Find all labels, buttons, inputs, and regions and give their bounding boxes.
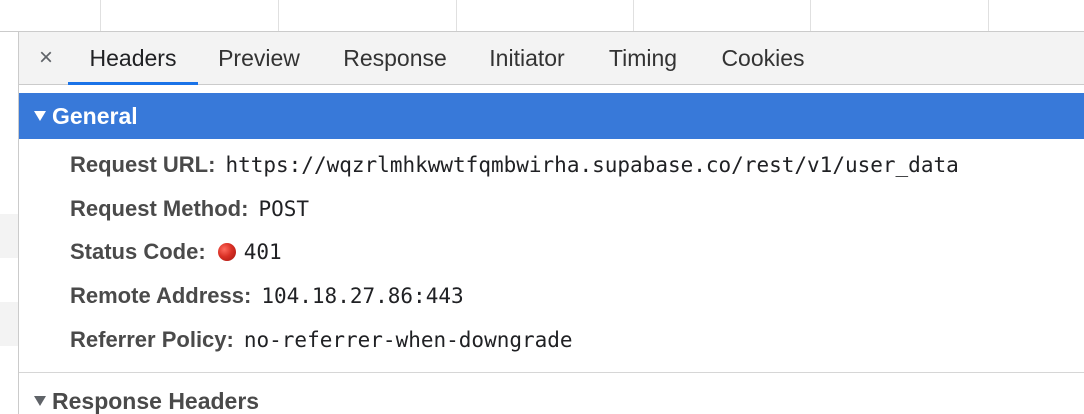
section-title: General <box>52 102 138 129</box>
section-title: Response Headers <box>52 387 260 414</box>
request-list-stripe <box>0 302 18 346</box>
header-value[interactable]: POST <box>258 197 309 221</box>
header-value[interactable]: https://wqzrlmhkwwtfqmbwirha.supabase.co… <box>225 153 958 177</box>
tab-response[interactable]: Response <box>331 32 459 84</box>
table-column-divider <box>633 0 634 31</box>
close-icon[interactable]: × <box>35 44 57 72</box>
tab-preview[interactable]: Preview <box>207 32 311 84</box>
header-row-request-url: Request URL: https://wqzrlmhkwwtfqmbwirha… <box>70 143 959 187</box>
active-tab-indicator <box>68 82 198 85</box>
header-value[interactable]: 104.18.27.86:443 <box>261 284 463 308</box>
table-column-divider <box>810 0 811 31</box>
header-key: Status Code: <box>70 239 206 264</box>
tab-headers[interactable]: Headers <box>68 32 198 84</box>
header-row-referrer-policy: Referrer Policy: no-referrer-when-downgra… <box>70 318 573 362</box>
table-column-divider <box>988 0 989 31</box>
tab-cookies[interactable]: Cookies <box>709 32 817 84</box>
header-row-request-method: Request Method: POST <box>70 187 309 231</box>
table-column-divider <box>278 0 279 31</box>
tab-timing[interactable]: Timing <box>599 32 687 84</box>
status-error-icon <box>217 243 236 261</box>
headers-panel: × Headers Preview Response Initiator Tim… <box>19 32 1084 414</box>
triangle-down-icon <box>34 111 46 121</box>
request-list-stripe <box>0 214 18 258</box>
header-row-remote-address: Remote Address: 104.18.27.86:443 <box>70 274 464 318</box>
request-list-gutter[interactable] <box>0 32 19 414</box>
tab-initiator[interactable]: Initiator <box>477 32 577 84</box>
detail-tab-bar: × Headers Preview Response Initiator Tim… <box>19 32 1084 85</box>
section-divider <box>19 372 1084 373</box>
table-column-divider <box>456 0 457 31</box>
devtools-network-detail: × Headers Preview Response Initiator Tim… <box>0 0 1084 414</box>
header-key: Request Method: <box>70 196 249 221</box>
header-key: Request URL: <box>70 152 216 177</box>
general-section-header[interactable]: General <box>19 93 1084 139</box>
header-value[interactable]: no-referrer-when-downgrade <box>244 328 573 352</box>
request-table-strip <box>0 0 1084 32</box>
triangle-down-icon <box>34 396 46 406</box>
header-row-status-code: Status Code: 401 <box>70 230 282 274</box>
header-key: Remote Address: <box>70 283 252 308</box>
header-value[interactable]: 401 <box>244 240 282 264</box>
response-headers-section-header[interactable]: Response Headers <box>19 378 1084 414</box>
header-key: Referrer Policy: <box>70 327 234 352</box>
table-column-divider <box>100 0 101 31</box>
